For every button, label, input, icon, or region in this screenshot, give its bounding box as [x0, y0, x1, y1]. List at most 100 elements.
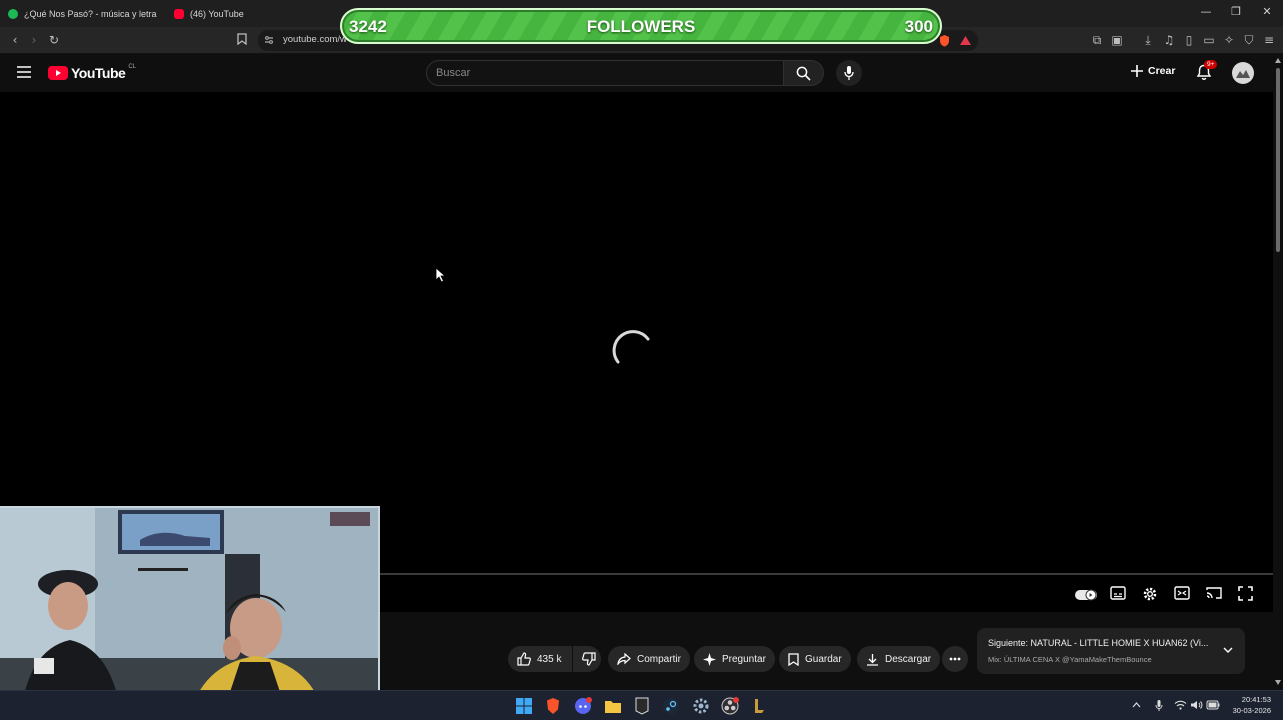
- youtube-icon: [174, 9, 184, 19]
- menu-icon[interactable]: ≡: [1262, 33, 1276, 47]
- brave-browser-icon[interactable]: [544, 697, 562, 715]
- file-explorer-icon[interactable]: [604, 697, 622, 715]
- media-icon[interactable]: ♫: [1162, 33, 1176, 47]
- downloads-icon[interactable]: ⤓: [1141, 33, 1155, 47]
- ask-button[interactable]: Preguntar: [694, 646, 775, 672]
- microphone-icon: [844, 66, 854, 80]
- like-button[interactable]: 435 k: [508, 646, 572, 672]
- cast-button[interactable]: [1206, 586, 1224, 604]
- more-horizontal-icon: [949, 657, 961, 661]
- theater-mode-button[interactable]: [1174, 586, 1192, 604]
- search-icon: [796, 66, 811, 81]
- league-client-icon[interactable]: [750, 697, 768, 715]
- tray-microphone-icon[interactable]: [1155, 699, 1163, 712]
- volume-icon[interactable]: [1190, 700, 1203, 710]
- save-button[interactable]: Guardar: [779, 646, 851, 672]
- progress-bar[interactable]: [380, 573, 1273, 575]
- up-next-card[interactable]: Siguiente: NATURAL - LITTLE HOMIE X HUAN…: [977, 628, 1245, 674]
- youtube-play-logo-icon: [48, 66, 68, 80]
- search-box: [426, 60, 784, 86]
- autoplay-toggle[interactable]: [1075, 586, 1097, 604]
- search-button[interactable]: [784, 60, 824, 86]
- sidebar-icon[interactable]: ▯: [1182, 33, 1196, 47]
- tab-spotify[interactable]: ¿Qué Nos Pasó? - música y letra de A: [8, 4, 158, 24]
- obs-studio-icon[interactable]: [721, 697, 739, 715]
- cast-icon: [1206, 587, 1222, 599]
- bookmark-save-icon: [788, 652, 799, 666]
- youtube-logo[interactable]: YouTube CL: [48, 64, 136, 81]
- notifications-button[interactable]: 9+: [1196, 60, 1218, 82]
- steam-icon[interactable]: [662, 697, 680, 715]
- page-scrollbar[interactable]: [1273, 54, 1283, 690]
- settings-button[interactable]: [1142, 586, 1160, 604]
- search-input[interactable]: [427, 61, 783, 85]
- discord-icon[interactable]: [574, 697, 592, 715]
- plus-icon: [1131, 65, 1143, 77]
- notification-badge: 9+: [1204, 60, 1218, 69]
- download-button[interactable]: Descargar: [857, 646, 941, 672]
- settings-app-icon[interactable]: [692, 697, 710, 715]
- tab-title: ¿Qué Nos Pasó? - música y letra de A: [24, 9, 158, 19]
- avatar[interactable]: [1232, 62, 1254, 84]
- theater-mode-icon: [1174, 586, 1190, 600]
- webcam-overlay: [0, 506, 380, 720]
- tab-title: (46) YouTube: [190, 9, 244, 19]
- site-settings-icon[interactable]: [264, 35, 274, 45]
- loading-spinner-icon: [612, 330, 650, 364]
- spotify-icon: [8, 9, 18, 19]
- leo-ai-icon[interactable]: ✧: [1222, 33, 1236, 47]
- hamburger-menu-icon[interactable]: [17, 66, 31, 78]
- reload-icon[interactable]: ↻: [47, 33, 61, 47]
- create-button[interactable]: Crear: [1131, 65, 1175, 77]
- windows-start-icon[interactable]: [515, 697, 533, 715]
- country-code: CL: [128, 64, 136, 70]
- brave-rewards-icon[interactable]: [959, 34, 972, 47]
- ask-label: Preguntar: [722, 653, 766, 665]
- sparkle-icon: [703, 652, 716, 666]
- wallet-icon[interactable]: ▭: [1202, 33, 1216, 47]
- forward-icon[interactable]: ›: [27, 33, 41, 47]
- scrollbar-thumb[interactable]: [1276, 68, 1280, 252]
- minimize-button[interactable]: —: [1199, 5, 1213, 19]
- battery-icon[interactable]: [1206, 700, 1220, 710]
- up-next-subtitle: Mix: ÚLTIMA CENA X @YamaMakeThemBounce: [988, 655, 1152, 664]
- create-label: Crear: [1148, 65, 1176, 77]
- extensions-icon[interactable]: ⧉: [1090, 33, 1104, 47]
- share-icon: [617, 653, 631, 665]
- youtube-header: YouTube CL Crear 9+: [0, 54, 1283, 92]
- tray-chevron-up-icon[interactable]: [1132, 702, 1141, 708]
- mouse-cursor-icon: [435, 267, 445, 283]
- subtitles-button[interactable]: [1110, 586, 1128, 604]
- tab-youtube[interactable]: (46) YouTube: [174, 4, 294, 24]
- bookmark-icon[interactable]: [235, 33, 249, 47]
- close-window-button[interactable]: ✕: [1260, 5, 1274, 19]
- subtitles-icon: [1110, 586, 1126, 600]
- url-text: youtube.com/w: [283, 34, 347, 45]
- scroll-down-icon[interactable]: [1275, 680, 1281, 685]
- fullscreen-icon: [1238, 586, 1253, 601]
- save-label: Guardar: [805, 653, 842, 665]
- chevron-down-icon[interactable]: [1223, 647, 1233, 654]
- share-label: Compartir: [637, 653, 681, 665]
- more-actions-button[interactable]: [942, 646, 968, 672]
- vpn-icon[interactable]: ⛉: [1242, 33, 1256, 47]
- share-button[interactable]: Compartir: [608, 646, 690, 672]
- fullscreen-button[interactable]: [1238, 586, 1256, 604]
- like-count: 435 k: [537, 653, 562, 665]
- clock-date: 30-03-2026: [1232, 706, 1271, 715]
- thumbs-up-icon: [517, 652, 531, 666]
- webcam-image: [0, 508, 378, 720]
- scroll-up-icon[interactable]: [1275, 58, 1281, 63]
- maximize-button[interactable]: ❐: [1229, 5, 1243, 19]
- followers-goal: 300: [904, 17, 933, 36]
- windows-taskbar: 20:41:53 30-03-2026: [0, 690, 1283, 720]
- dislike-button[interactable]: [573, 646, 601, 672]
- wifi-icon[interactable]: [1174, 700, 1187, 710]
- download-icon: [867, 653, 878, 666]
- voice-search-button[interactable]: [836, 60, 862, 86]
- system-clock[interactable]: 20:41:53 30-03-2026: [1233, 695, 1271, 715]
- screenshot-icon[interactable]: ▣: [1110, 33, 1124, 47]
- clock-time: 20:41:53: [1241, 695, 1271, 704]
- epic-games-icon[interactable]: [633, 697, 651, 715]
- back-icon[interactable]: ‹: [8, 33, 22, 47]
